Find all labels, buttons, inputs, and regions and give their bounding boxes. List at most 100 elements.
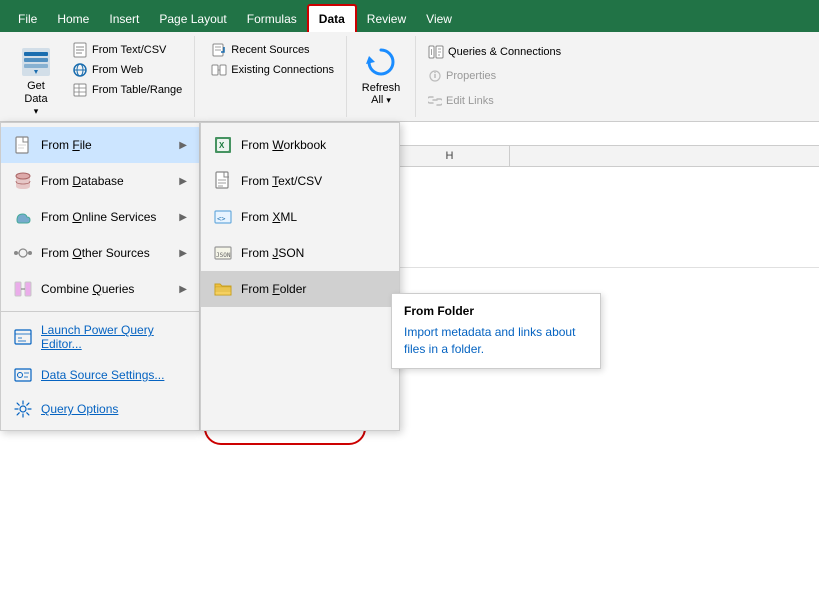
sources-group: Recent Sources Existing Connections (195, 36, 347, 117)
json-icon: JSON (213, 243, 233, 263)
from-json-label: From JSON (241, 246, 387, 260)
table-icon (72, 82, 88, 98)
query-options-label: Query Options (41, 402, 118, 416)
menu-item-from-file[interactable]: From File ▶ (1, 127, 199, 163)
queries-connections-label: Queries & Connections (448, 46, 561, 58)
menu-item-combine[interactable]: Combine Queries ▶ (1, 271, 199, 307)
from-table-btn[interactable]: From Table/Range (68, 80, 186, 100)
menu-item-from-online[interactable]: From Online Services ▶ (1, 199, 199, 235)
from-text-csv-btn[interactable]: From Text/CSV (68, 40, 186, 60)
from-online-label: From Online Services (41, 210, 171, 224)
launch-pqe-label: Launch Power Query Editor... (41, 323, 187, 351)
data-source-settings-icon (13, 365, 33, 385)
get-data-group: GetData ▾ From Text/CSV From Web (0, 36, 195, 117)
queries-icon (428, 45, 444, 59)
online-services-icon (13, 207, 33, 227)
from-file-submenu: X From Workbook From Text/CSV <> From XM… (200, 122, 400, 431)
tab-file[interactable]: File (8, 6, 47, 32)
xml-icon: <> (213, 207, 233, 227)
menu-item-from-workbook[interactable]: X From Workbook (201, 127, 399, 163)
from-xml-label: From XML (241, 210, 387, 224)
col-header-h: H (390, 146, 510, 166)
existing-connections-icon (211, 62, 227, 78)
menu-item-from-database[interactable]: From Database ▶ (1, 163, 199, 199)
menu-item-from-json[interactable]: JSON From JSON (201, 235, 399, 271)
tab-review[interactable]: Review (357, 6, 416, 32)
get-data-button[interactable]: GetData ▾ (8, 40, 64, 121)
refresh-all-button[interactable]: Refresh All ▾ (355, 40, 407, 108)
svg-text:<>: <> (217, 215, 225, 223)
edit-links-icon (428, 94, 442, 108)
menu-item-from-text-csv[interactable]: From Text/CSV (201, 163, 399, 199)
recent-sources-btn[interactable]: Recent Sources (207, 40, 338, 60)
properties-icon (428, 69, 442, 83)
web-icon (72, 62, 88, 78)
workbook-icon: X (213, 135, 233, 155)
tab-formulas[interactable]: Formulas (237, 6, 307, 32)
from-web-btn[interactable]: From Web (68, 60, 186, 80)
file-icon (13, 135, 33, 155)
tab-insert[interactable]: Insert (99, 6, 149, 32)
get-data-dropdown: From File ▶ From Database ▶ From Online … (0, 122, 200, 431)
from-text-csv-label: From Text/CSV (92, 44, 166, 56)
from-database-arrow: ▶ (179, 176, 187, 187)
from-other-label: From Other Sources (41, 246, 171, 260)
other-sources-icon (13, 243, 33, 263)
data-source-settings-label: Data Source Settings... (41, 368, 164, 382)
tab-data[interactable]: Data (307, 4, 357, 32)
existing-connections-btn[interactable]: Existing Connections (207, 60, 338, 80)
from-other-arrow: ▶ (179, 248, 187, 259)
menu-item-from-xml[interactable]: <> From XML (201, 199, 399, 235)
properties-btn: Properties (424, 67, 565, 85)
sources-small-buttons: Recent Sources Existing Connections (207, 40, 338, 80)
get-data-label: GetData (24, 80, 47, 106)
from-file-arrow: ▶ (179, 140, 187, 151)
launch-pqe-btn[interactable]: Launch Power Query Editor... (1, 316, 199, 358)
menu-separator-1 (1, 311, 199, 312)
edit-links-label: Edit Links (446, 95, 494, 107)
queries-connections-btn[interactable]: Queries & Connections (424, 43, 565, 61)
from-file-label: From File (41, 138, 171, 152)
edit-links-btn: Edit Links (424, 92, 565, 110)
text-csv-menu-icon (213, 171, 233, 191)
folder-icon (213, 279, 233, 299)
from-online-arrow: ▶ (179, 212, 187, 223)
svg-text:X: X (219, 141, 225, 150)
refresh-all-icon (361, 42, 401, 82)
text-csv-icon (72, 42, 88, 58)
database-icon (13, 171, 33, 191)
menu-item-from-other[interactable]: From Other Sources ▶ (1, 235, 199, 271)
tab-page-layout[interactable]: Page Layout (149, 6, 236, 32)
queries-group: Queries & Connections Properties Edit Li… (416, 36, 573, 117)
query-options-btn[interactable]: Query Options (1, 392, 199, 426)
get-data-icon (18, 44, 54, 80)
menu-item-from-folder[interactable]: From Folder (201, 271, 399, 307)
dropdown-menu-container: From File ▶ From Database ▶ From Online … (0, 122, 400, 431)
combine-icon (13, 279, 33, 299)
from-workbook-label: From Workbook (241, 138, 387, 152)
tab-view[interactable]: View (416, 6, 462, 32)
properties-label: Properties (446, 70, 496, 82)
combine-arrow: ▶ (179, 284, 187, 295)
refresh-all-label2: All ▾ (371, 94, 391, 106)
query-options-icon (13, 399, 33, 419)
combine-queries-label: Combine Queries (41, 282, 171, 296)
tooltip-title: From Folder (404, 304, 588, 318)
existing-connections-label: Existing Connections (231, 64, 334, 76)
ribbon: GetData ▾ From Text/CSV From Web (0, 32, 819, 122)
refresh-group: Refresh All ▾ (347, 36, 416, 117)
from-text-csv-label: From Text/CSV (241, 174, 387, 188)
get-data-small-buttons: From Text/CSV From Web From Table/Range (68, 40, 186, 100)
ribbon-tabs: File Home Insert Page Layout Formulas Da… (0, 0, 819, 32)
from-folder-label: From Folder (241, 282, 387, 296)
get-data-dropdown-arrow: ▾ (34, 106, 39, 117)
refresh-all-label: Refresh (362, 82, 401, 94)
recent-sources-icon (211, 42, 227, 58)
from-database-label: From Database (41, 174, 171, 188)
tab-home[interactable]: Home (47, 6, 99, 32)
data-source-settings-btn[interactable]: Data Source Settings... (1, 358, 199, 392)
from-folder-tooltip: From Folder Import metadata and links ab… (391, 293, 601, 369)
pqe-icon (13, 327, 33, 347)
recent-sources-label: Recent Sources (231, 44, 309, 56)
from-web-label: From Web (92, 64, 143, 76)
